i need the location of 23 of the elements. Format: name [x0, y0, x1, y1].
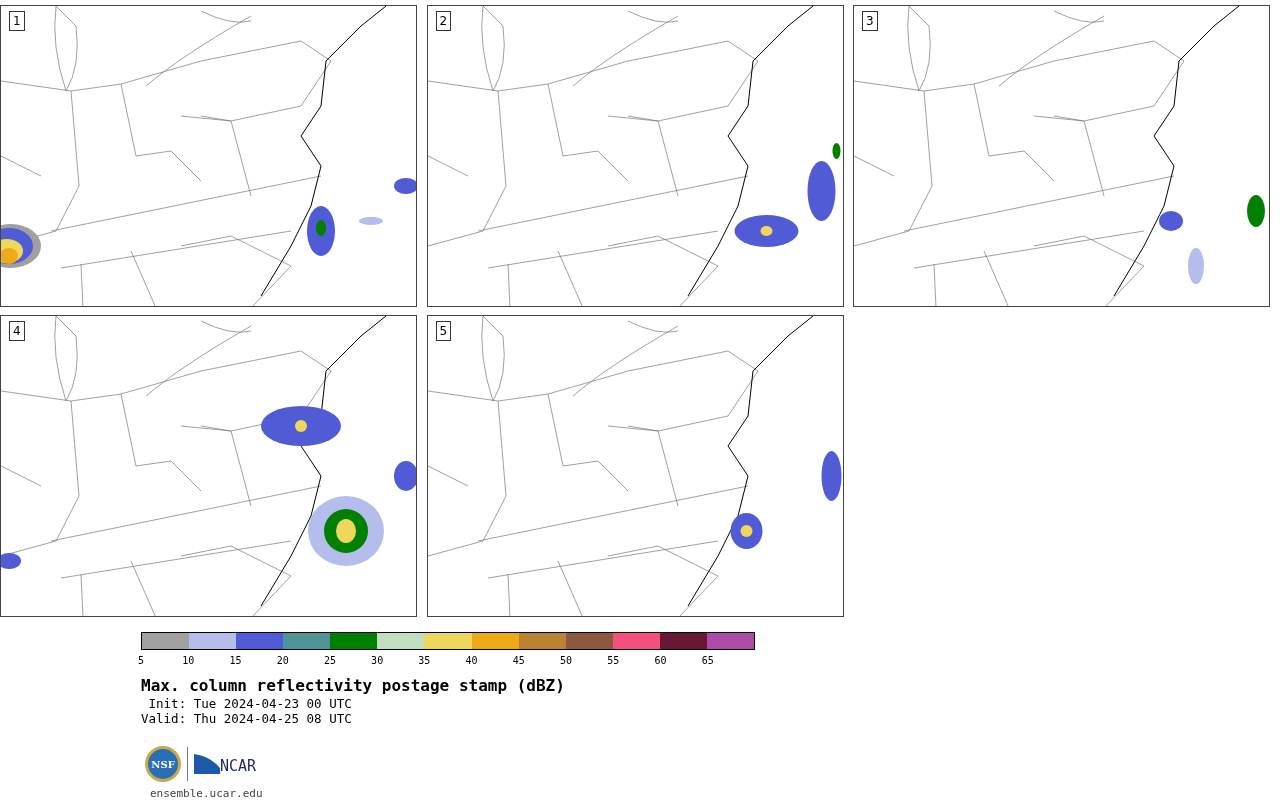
swoosh-icon — [194, 754, 220, 774]
tick-label: 20 — [276, 655, 289, 667]
tick-label: 45 — [512, 655, 525, 667]
tick-label: 35 — [418, 655, 431, 667]
tick-label: 55 — [607, 655, 620, 667]
init-time: Init: Tue 2024-04-23 00 UTC — [147, 696, 353, 711]
tick-label: 15 — [229, 655, 242, 667]
tick-label: 25 — [323, 655, 336, 667]
panel-number: 4 — [9, 321, 25, 341]
panel-number: 1 — [9, 11, 25, 31]
tick-label: 65 — [701, 655, 714, 667]
chart-title: Max. column reflectivity postage stamp (dBZ) — [141, 676, 566, 696]
valid-time: Valid: Thu 2024-04-25 08 UTC — [141, 711, 353, 726]
logo-text: NSF — [151, 757, 175, 772]
logo-text: NCAR — [220, 755, 257, 777]
site-url: ensemble.ucar.edu — [150, 786, 264, 802]
tick-label: 60 — [654, 655, 667, 667]
tick-label: 40 — [465, 655, 478, 667]
tick-label: 50 — [560, 655, 573, 667]
tick-label: 5 — [138, 655, 144, 667]
tick-label: 10 — [182, 655, 195, 667]
panel-number: 3 — [862, 11, 878, 31]
tick-label: 30 — [371, 655, 384, 667]
